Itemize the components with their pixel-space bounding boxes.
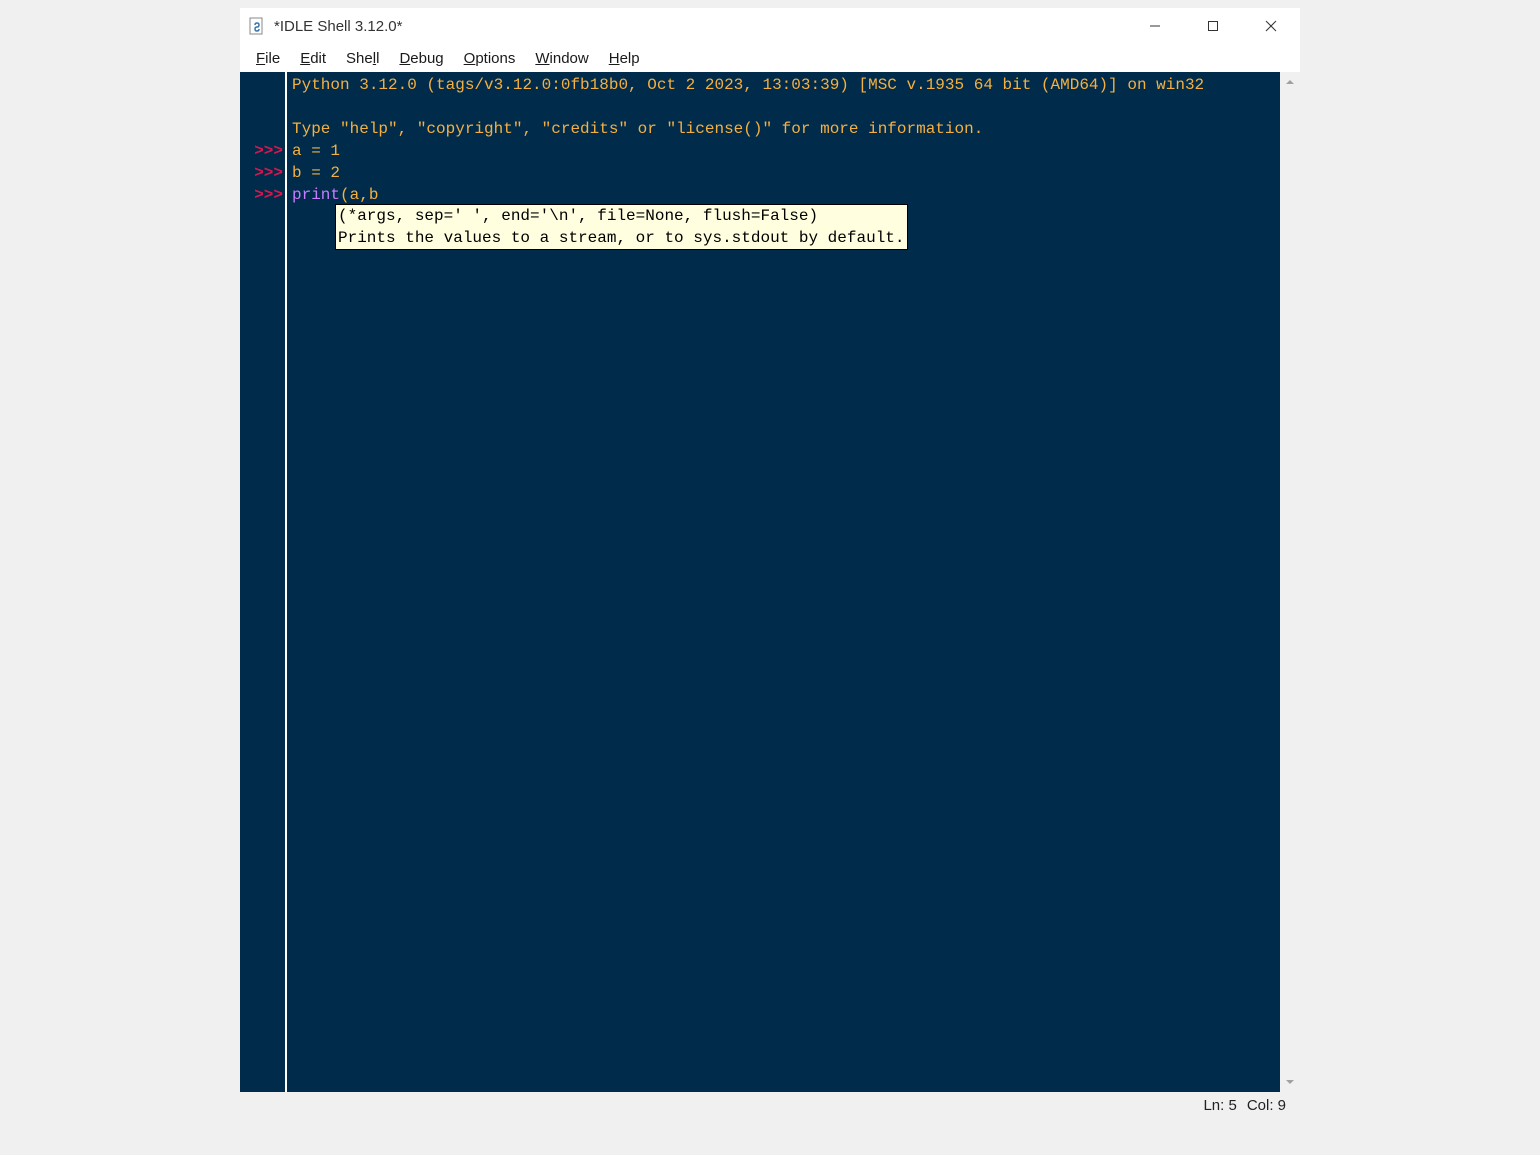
menu-shell[interactable]: Shell: [336, 48, 389, 69]
code-area[interactable]: Python 3.12.0 (tags/v3.12.0:0fb18b0, Oct…: [287, 72, 1280, 1092]
python-banner-help: Type "help", "copyright", "credits" or "…: [292, 118, 1276, 140]
prompt-gutter: >>> >>> >>>: [240, 72, 287, 1092]
python-file-icon: [248, 16, 268, 36]
menu-help[interactable]: Help: [599, 48, 650, 69]
status-line-number: Ln: 5: [1203, 1097, 1236, 1114]
shell-text-area[interactable]: >>> >>> >>> Python 3.12.0 (tags/v3.12.0:…: [240, 72, 1300, 1092]
idle-window: *IDLE Shell 3.12.0* File Edit Shell Debu…: [240, 8, 1300, 1118]
menubar: File Edit Shell Debug Options Window Hel…: [240, 44, 1300, 72]
menu-options[interactable]: Options: [454, 48, 526, 69]
window-controls: [1126, 8, 1300, 44]
prompt-marker: >>>: [240, 184, 285, 206]
code-line: a = 1: [292, 140, 1276, 162]
vertical-scrollbar[interactable]: [1280, 72, 1300, 1092]
prompt-marker: >>>: [240, 140, 285, 162]
prompt-marker: >>>: [240, 162, 285, 184]
menu-file[interactable]: File: [246, 48, 290, 69]
minimize-button[interactable]: [1126, 8, 1184, 44]
statusbar: Ln: 5 Col: 9: [240, 1092, 1300, 1118]
menu-edit[interactable]: Edit: [290, 48, 336, 69]
menu-window[interactable]: Window: [525, 48, 598, 69]
scroll-down-arrow-icon[interactable]: [1280, 1072, 1300, 1092]
menu-debug[interactable]: Debug: [389, 48, 453, 69]
calltip-description: Prints the values to a stream, or to sys…: [338, 227, 905, 249]
status-column-number: Col: 9: [1247, 1097, 1286, 1114]
code-line: print(a,b: [292, 184, 1276, 206]
python-banner: Python 3.12.0 (tags/v3.12.0:0fb18b0, Oct…: [292, 74, 1252, 118]
window-title: *IDLE Shell 3.12.0*: [274, 18, 1126, 35]
calltip-signature: (*args, sep=' ', end='\n', file=None, fl…: [338, 205, 905, 227]
calltip-tooltip: (*args, sep=' ', end='\n', file=None, fl…: [335, 204, 908, 250]
scroll-up-arrow-icon[interactable]: [1280, 72, 1300, 92]
maximize-button[interactable]: [1184, 8, 1242, 44]
code-line: b = 2: [292, 162, 1276, 184]
titlebar[interactable]: *IDLE Shell 3.12.0*: [240, 8, 1300, 44]
close-button[interactable]: [1242, 8, 1300, 44]
